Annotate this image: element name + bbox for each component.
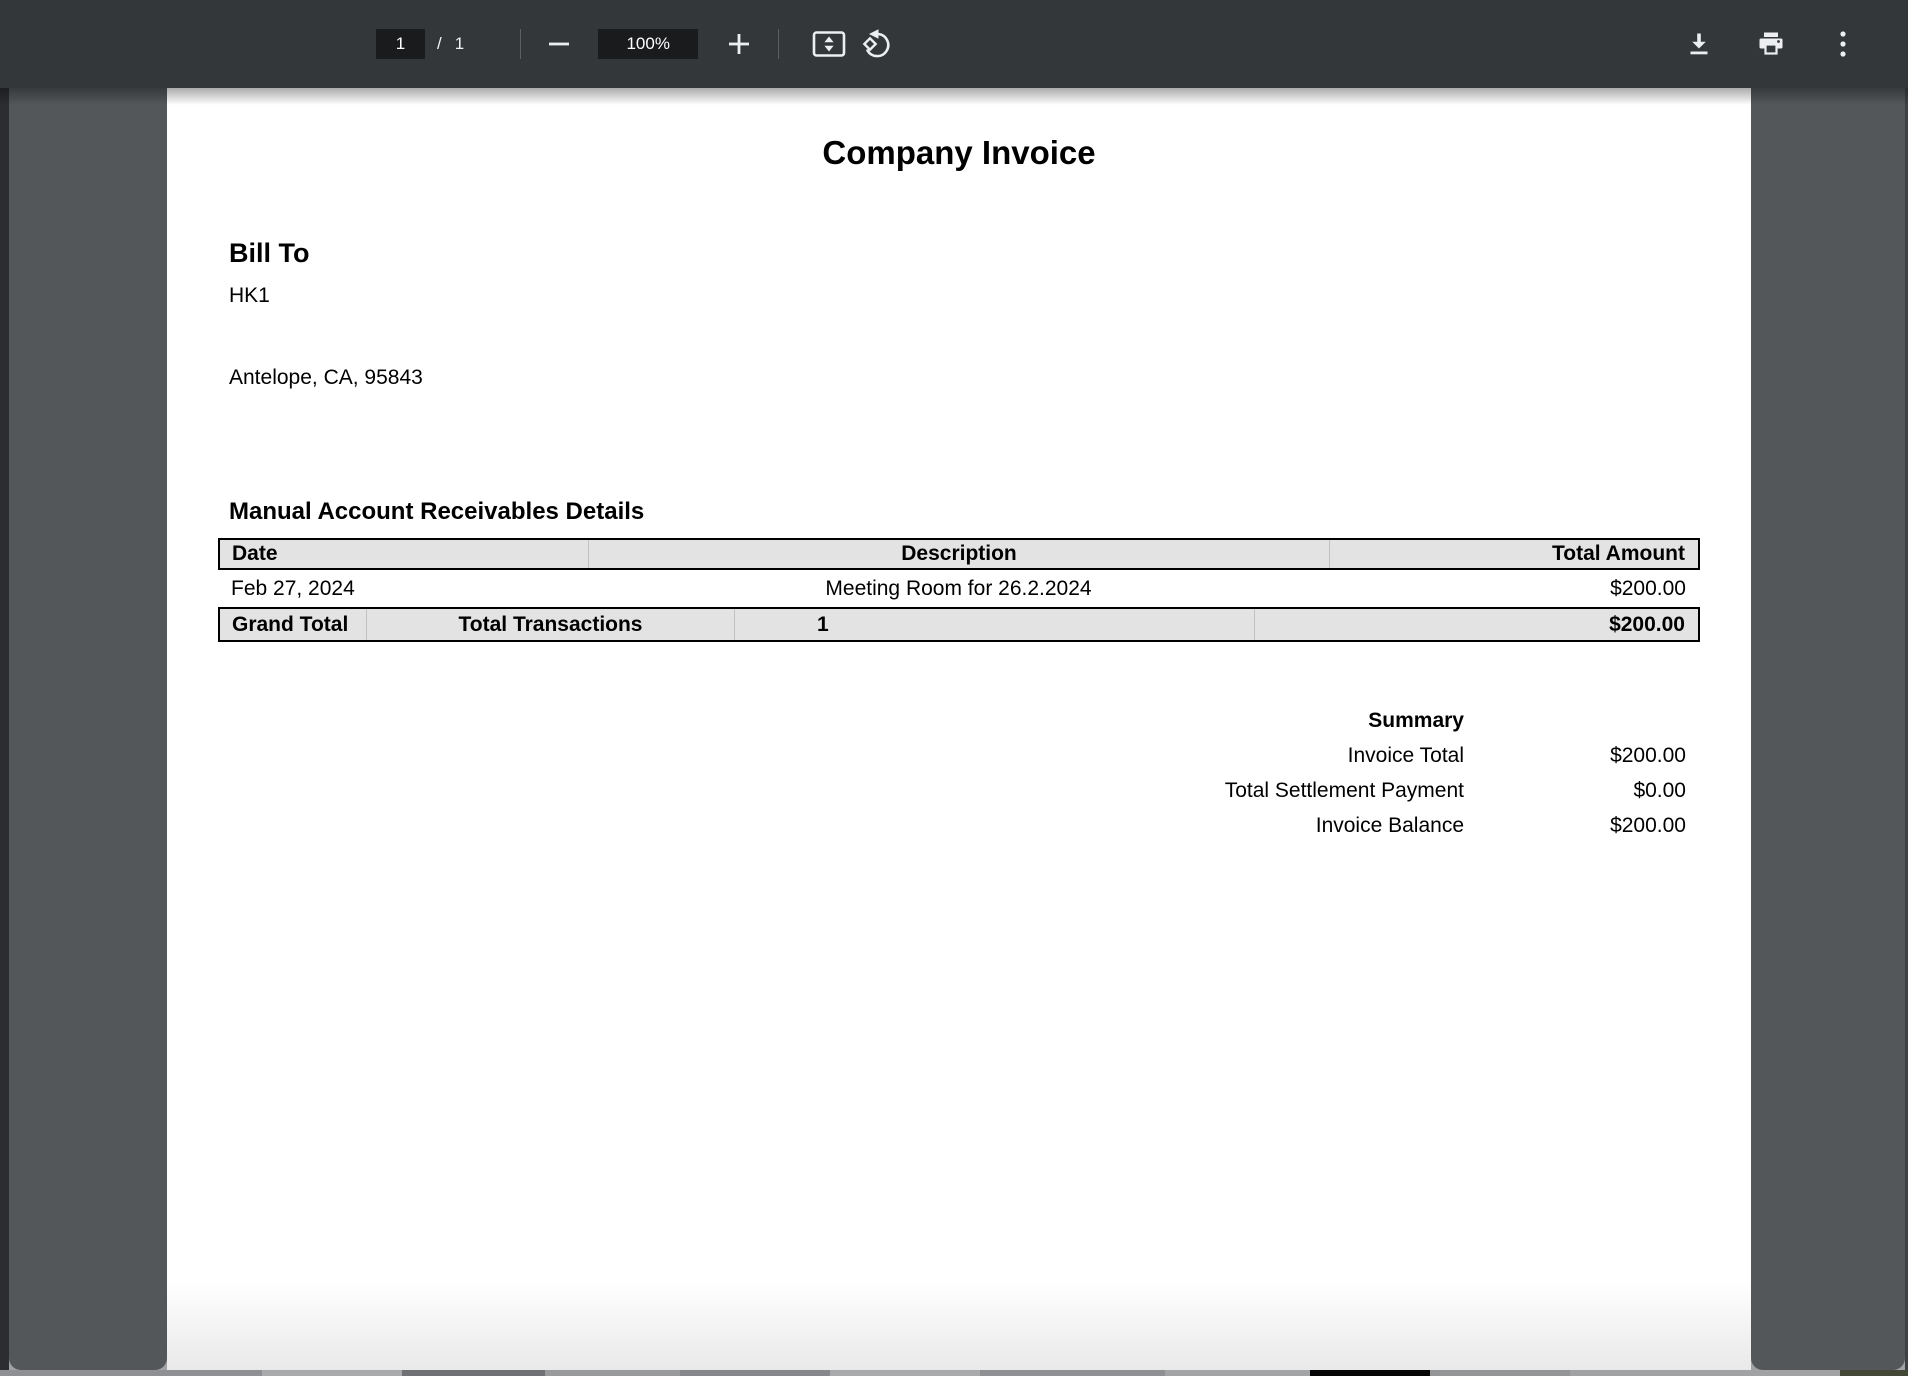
rotate-button[interactable]: [853, 20, 901, 68]
bill-to-address: Antelope, CA, 95843: [229, 366, 423, 390]
more-options-icon: [1840, 31, 1846, 57]
zoom-out-button[interactable]: [541, 26, 577, 62]
total-transactions-label: Total Transactions: [366, 609, 734, 640]
summary-spacer: [1464, 703, 1686, 738]
download-icon: [1686, 31, 1712, 57]
total-transactions-value: 1: [734, 609, 1254, 640]
toolbar-center-controls: / 1 100%: [376, 0, 901, 88]
more-options-button[interactable]: [1819, 20, 1867, 68]
print-icon: [1757, 31, 1785, 57]
pdf-toolbar: / 1 100%: [0, 0, 1908, 88]
cell-amount: $200.00: [1329, 577, 1700, 601]
fit-to-page-icon: [812, 29, 846, 59]
summary-value-settlement: $0.00: [1464, 773, 1686, 808]
column-header-description: Description: [588, 540, 1329, 568]
receivables-heading: Manual Account Receivables Details: [229, 498, 644, 526]
viewer-background-left: [9, 88, 167, 1370]
summary-label-balance: Invoice Balance: [1225, 808, 1464, 843]
toolbar-divider: [778, 29, 779, 59]
table-row: Feb 27, 2024 Meeting Room for 26.2.2024 …: [218, 570, 1700, 607]
zoom-level: 100%: [598, 29, 698, 59]
cell-description: Meeting Room for 26.2.2024: [588, 577, 1329, 601]
page-count: 1: [455, 34, 464, 54]
bill-to-heading: Bill To: [229, 238, 310, 269]
rotate-counterclockwise-icon: [860, 27, 894, 61]
pdf-page: Company Invoice Bill To HK1 Antelope, CA…: [167, 88, 1751, 1370]
page-number-input[interactable]: [376, 29, 425, 59]
fit-page-button[interactable]: [805, 20, 853, 68]
column-header-total-amount: Total Amount: [1329, 540, 1698, 568]
window-edge-left: [0, 88, 9, 1370]
summary-value-balance: $200.00: [1464, 808, 1686, 843]
summary-section: Summary Invoice Total $200.00 Total Sett…: [1225, 703, 1700, 843]
viewer-background-right: [1751, 88, 1905, 1370]
minus-icon: [549, 42, 569, 46]
page-divider: /: [437, 34, 442, 54]
summary-heading: Summary: [1225, 703, 1464, 738]
summary-label-invoice-total: Invoice Total: [1225, 738, 1464, 773]
grand-total-amount: $200.00: [1254, 609, 1698, 640]
grand-total-label: Grand Total: [220, 613, 366, 637]
toolbar-right-controls: [1675, 0, 1908, 88]
toolbar-divider: [520, 29, 521, 59]
zoom-in-button[interactable]: [721, 26, 757, 62]
bill-to-recipient: HK1: [229, 284, 270, 308]
grand-total-row: Grand Total Total Transactions 1 $200.00: [218, 607, 1700, 642]
receivables-table: Date Description Total Amount Feb 27, 20…: [218, 538, 1700, 642]
bottom-window-sliver: [0, 1370, 1908, 1376]
summary-label-settlement: Total Settlement Payment: [1225, 773, 1464, 808]
plus-icon: [729, 34, 749, 54]
summary-value-invoice-total: $200.00: [1464, 738, 1686, 773]
table-header-row: Date Description Total Amount: [218, 538, 1700, 570]
column-header-date: Date: [220, 542, 588, 566]
invoice-title: Company Invoice: [167, 134, 1751, 172]
print-button[interactable]: [1747, 20, 1795, 68]
cell-date: Feb 27, 2024: [218, 577, 588, 601]
download-button[interactable]: [1675, 20, 1723, 68]
